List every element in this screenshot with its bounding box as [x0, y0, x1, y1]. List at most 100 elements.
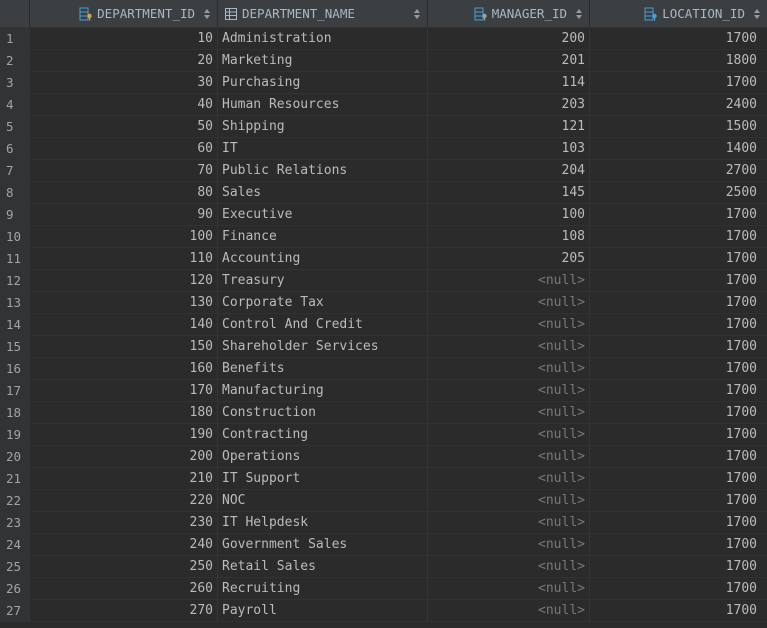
row-number-cell[interactable]: 26 — [0, 578, 30, 600]
manager-id-cell[interactable]: <null> — [428, 292, 590, 314]
location-id-cell[interactable]: 1700 — [590, 490, 767, 512]
location-id-cell[interactable]: 1700 — [590, 226, 767, 248]
table-row[interactable]: 8 80 Sales 145 2500 — [0, 182, 767, 204]
department-id-cell[interactable]: 250 — [30, 556, 218, 578]
table-row[interactable]: 7 70 Public Relations 204 2700 — [0, 160, 767, 182]
location-id-cell[interactable]: 1700 — [590, 72, 767, 94]
column-header-location-id[interactable]: LOCATION_ID — [590, 0, 767, 27]
department-name-cell[interactable]: Operations — [218, 446, 428, 468]
row-number-cell[interactable]: 16 — [0, 358, 30, 380]
manager-id-cell[interactable]: 121 — [428, 116, 590, 138]
sort-arrows-icon[interactable] — [576, 8, 582, 20]
department-name-cell[interactable]: Administration — [218, 28, 428, 50]
department-id-cell[interactable]: 120 — [30, 270, 218, 292]
department-name-cell[interactable]: Shipping — [218, 116, 428, 138]
department-id-cell[interactable]: 130 — [30, 292, 218, 314]
table-row[interactable]: 21 210 IT Support <null> 1700 — [0, 468, 767, 490]
manager-id-cell[interactable]: <null> — [428, 468, 590, 490]
manager-id-cell[interactable]: 145 — [428, 182, 590, 204]
department-id-cell[interactable]: 240 — [30, 534, 218, 556]
row-number-cell[interactable]: 11 — [0, 248, 30, 270]
row-number-cell[interactable]: 7 — [0, 160, 30, 182]
department-id-cell[interactable]: 190 — [30, 424, 218, 446]
sort-arrows-icon[interactable] — [204, 8, 210, 20]
table-row[interactable]: 11 110 Accounting 205 1700 — [0, 248, 767, 270]
department-id-cell[interactable]: 10 — [30, 28, 218, 50]
department-name-cell[interactable]: Control And Credit — [218, 314, 428, 336]
row-number-header[interactable] — [0, 0, 30, 27]
department-name-cell[interactable]: Manufacturing — [218, 380, 428, 402]
location-id-cell[interactable]: 2500 — [590, 182, 767, 204]
department-id-cell[interactable]: 90 — [30, 204, 218, 226]
column-header-manager-id[interactable]: MANAGER_ID — [428, 0, 590, 27]
table-row[interactable]: 27 270 Payroll <null> 1700 — [0, 600, 767, 622]
manager-id-cell[interactable]: 205 — [428, 248, 590, 270]
manager-id-cell[interactable]: <null> — [428, 534, 590, 556]
department-name-cell[interactable]: Recruiting — [218, 578, 428, 600]
department-id-cell[interactable]: 230 — [30, 512, 218, 534]
manager-id-cell[interactable]: <null> — [428, 358, 590, 380]
result-grid[interactable]: DEPARTMENT_ID DEPARTMENT_NAME MANAGER_ID… — [0, 0, 767, 628]
location-id-cell[interactable]: 1700 — [590, 314, 767, 336]
department-name-cell[interactable]: Payroll — [218, 600, 428, 622]
row-number-cell[interactable]: 2 — [0, 50, 30, 72]
department-id-cell[interactable]: 200 — [30, 446, 218, 468]
column-header-department-id[interactable]: DEPARTMENT_ID — [30, 0, 218, 27]
manager-id-cell[interactable]: <null> — [428, 314, 590, 336]
column-header-department-name[interactable]: DEPARTMENT_NAME — [218, 0, 428, 27]
department-name-cell[interactable]: Sales — [218, 182, 428, 204]
location-id-cell[interactable]: 1700 — [590, 270, 767, 292]
table-row[interactable]: 20 200 Operations <null> 1700 — [0, 446, 767, 468]
department-id-cell[interactable]: 80 — [30, 182, 218, 204]
table-row[interactable]: 4 40 Human Resources 203 2400 — [0, 94, 767, 116]
sort-arrows-icon[interactable] — [754, 8, 760, 20]
row-number-cell[interactable]: 18 — [0, 402, 30, 424]
location-id-cell[interactable]: 1700 — [590, 204, 767, 226]
manager-id-cell[interactable]: 100 — [428, 204, 590, 226]
manager-id-cell[interactable]: 108 — [428, 226, 590, 248]
department-name-cell[interactable]: Public Relations — [218, 160, 428, 182]
manager-id-cell[interactable]: <null> — [428, 270, 590, 292]
row-number-cell[interactable]: 20 — [0, 446, 30, 468]
manager-id-cell[interactable]: 200 — [428, 28, 590, 50]
row-number-cell[interactable]: 5 — [0, 116, 30, 138]
department-id-cell[interactable]: 140 — [30, 314, 218, 336]
table-row[interactable]: 25 250 Retail Sales <null> 1700 — [0, 556, 767, 578]
table-row[interactable]: 14 140 Control And Credit <null> 1700 — [0, 314, 767, 336]
location-id-cell[interactable]: 1700 — [590, 534, 767, 556]
manager-id-cell[interactable]: <null> — [428, 380, 590, 402]
location-id-cell[interactable]: 2400 — [590, 94, 767, 116]
table-row[interactable]: 10 100 Finance 108 1700 — [0, 226, 767, 248]
department-name-cell[interactable]: Government Sales — [218, 534, 428, 556]
manager-id-cell[interactable]: 114 — [428, 72, 590, 94]
manager-id-cell[interactable]: 201 — [428, 50, 590, 72]
department-name-cell[interactable]: Purchasing — [218, 72, 428, 94]
table-row[interactable]: 19 190 Contracting <null> 1700 — [0, 424, 767, 446]
table-row[interactable]: 18 180 Construction <null> 1700 — [0, 402, 767, 424]
row-number-cell[interactable]: 10 — [0, 226, 30, 248]
row-number-cell[interactable]: 22 — [0, 490, 30, 512]
sort-arrows-icon[interactable] — [414, 8, 420, 20]
row-number-cell[interactable]: 13 — [0, 292, 30, 314]
table-row[interactable]: 3 30 Purchasing 114 1700 — [0, 72, 767, 94]
manager-id-cell[interactable]: <null> — [428, 578, 590, 600]
location-id-cell[interactable]: 1500 — [590, 116, 767, 138]
row-number-cell[interactable]: 1 — [0, 28, 30, 50]
row-number-cell[interactable]: 27 — [0, 600, 30, 622]
table-row[interactable]: 15 150 Shareholder Services <null> 1700 — [0, 336, 767, 358]
location-id-cell[interactable]: 1700 — [590, 336, 767, 358]
department-id-cell[interactable]: 30 — [30, 72, 218, 94]
department-id-cell[interactable]: 260 — [30, 578, 218, 600]
department-name-cell[interactable]: Benefits — [218, 358, 428, 380]
manager-id-cell[interactable]: <null> — [428, 556, 590, 578]
manager-id-cell[interactable]: <null> — [428, 600, 590, 622]
manager-id-cell[interactable]: <null> — [428, 336, 590, 358]
row-number-cell[interactable]: 12 — [0, 270, 30, 292]
location-id-cell[interactable]: 2700 — [590, 160, 767, 182]
table-row[interactable]: 22 220 NOC <null> 1700 — [0, 490, 767, 512]
manager-id-cell[interactable]: 204 — [428, 160, 590, 182]
location-id-cell[interactable]: 1700 — [590, 402, 767, 424]
row-number-cell[interactable]: 6 — [0, 138, 30, 160]
table-row[interactable]: 1 10 Administration 200 1700 — [0, 28, 767, 50]
row-number-cell[interactable]: 14 — [0, 314, 30, 336]
